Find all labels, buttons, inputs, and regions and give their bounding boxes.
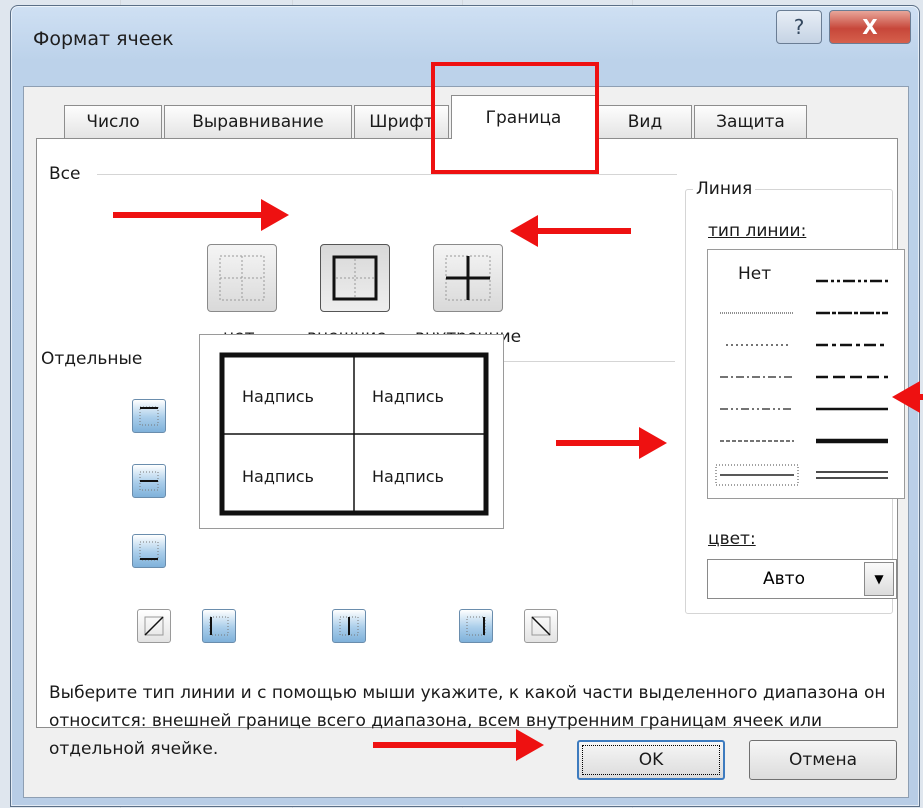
preview-cell-label: Надпись — [242, 387, 314, 406]
border-bottom-button[interactable] — [132, 534, 166, 568]
border-left-button[interactable] — [202, 609, 236, 643]
border-inside-vertical-button[interactable] — [332, 609, 366, 643]
border-outline-icon — [332, 255, 378, 301]
line-style-label: тип линии: — [708, 221, 807, 241]
line-color-select[interactable]: Авто ▼ — [707, 559, 897, 599]
border-inside-horizontal-button[interactable] — [132, 464, 166, 498]
border-right-button[interactable] — [459, 609, 493, 643]
border-diagonal-down-icon — [531, 616, 551, 636]
preset-none-button[interactable] — [207, 244, 277, 312]
tab-fill[interactable]: Вид — [598, 105, 692, 138]
preview-cell-label: Надпись — [242, 467, 314, 486]
border-diagonal-up-icon — [144, 616, 164, 636]
annotation-arrow-right — [556, 427, 667, 459]
preview-grid — [219, 352, 489, 516]
border-bottom-icon — [139, 541, 159, 561]
dialog-title: Формат ячеек — [33, 28, 174, 50]
line-style-list[interactable]: Нет — [707, 249, 905, 499]
line-group-label: Линия — [693, 179, 756, 199]
line-color-value: Авто — [763, 569, 805, 589]
annotation-arrow-left — [892, 381, 923, 413]
preview-cell-label: Надпись — [372, 467, 444, 486]
annotation-arrow-left — [510, 215, 631, 247]
preview-cell-label: Надпись — [372, 387, 444, 406]
border-diagonal-up-button[interactable] — [137, 609, 171, 643]
line-color-label: цвет: — [708, 529, 756, 549]
border-top-icon — [139, 406, 159, 426]
border-left-icon — [209, 616, 229, 636]
dialog-client-area: Число Выравнивание Шрифт Граница Вид Защ… — [23, 86, 909, 798]
screen: Формат ячеек ? X Число Выравнивание Шриф… — [0, 0, 923, 808]
highlight-border-tab — [431, 62, 599, 174]
line-style-samples — [715, 279, 888, 486]
annotation-arrow-right — [373, 729, 544, 761]
preset-inside-button[interactable] — [433, 244, 503, 312]
tab-number[interactable]: Число — [64, 105, 162, 138]
border-none-icon — [219, 255, 265, 301]
tab-protection[interactable]: Защита — [694, 105, 807, 138]
tab-alignment[interactable]: Выравнивание — [164, 105, 352, 138]
presets-separator — [97, 174, 677, 175]
individual-group-label: Отдельные — [41, 349, 143, 369]
help-button[interactable]: ? — [776, 10, 822, 44]
border-right-icon — [466, 616, 486, 636]
border-inside-horizontal-icon — [139, 471, 159, 491]
border-top-button[interactable] — [132, 399, 166, 433]
border-tab-panel: Все Отдельные Надпись Надпись Надпись На… — [36, 138, 905, 759]
presets-group-label: Все — [49, 164, 81, 184]
border-preview[interactable]: Надпись Надпись Надпись Надпись — [199, 334, 504, 529]
preset-outline-button[interactable] — [320, 244, 390, 312]
chevron-down-icon[interactable]: ▼ — [864, 562, 894, 596]
border-diagonal-down-button[interactable] — [524, 609, 558, 643]
border-inside-icon — [445, 255, 491, 301]
help-description: Выберите тип линии и с помощью мыши укаж… — [49, 683, 886, 759]
close-button[interactable]: X — [829, 10, 911, 44]
annotation-arrow-right — [113, 199, 289, 231]
border-inside-vertical-icon — [339, 616, 359, 636]
